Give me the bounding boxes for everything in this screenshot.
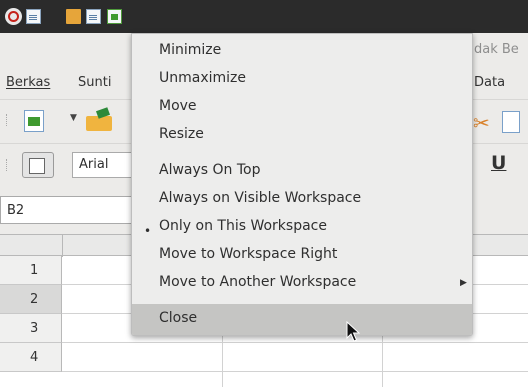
menu-item-always-on-visible-workspace[interactable]: Always on Visible Workspace [159,190,361,206]
mouse-pointer-icon [346,321,360,342]
toolbar-grip[interactable] [6,159,9,171]
menu-item-move-to-another-workspace[interactable]: Move to Another Workspace [159,274,356,290]
menu-item-always-on-top[interactable]: Always On Top [159,162,261,178]
cut-icon[interactable]: ✂ [473,113,490,133]
spreadsheet-icon[interactable] [107,9,122,24]
row-header-2[interactable]: 2 [0,285,62,314]
menu-item-close[interactable]: Close [159,310,197,326]
row-header-4[interactable]: 4 [0,343,62,372]
menu-item-only-on-this-workspace[interactable]: Only on This Workspace [159,218,327,234]
top-taskbar [0,0,528,33]
submenu-arrow-icon: ▶ [460,278,467,288]
menu-item-close-row[interactable]: Close [132,304,472,335]
row-header-1[interactable]: 1 [0,256,62,285]
chevron-down-icon[interactable]: ▼ [70,113,77,123]
new-spreadsheet-icon[interactable] [24,110,44,132]
window-title: dak Be [474,42,519,57]
menu-item-resize[interactable]: Resize [159,126,204,142]
window-menu: Minimize Unmaximize Move Resize Always O… [131,33,473,336]
menu-item-unmaximize[interactable]: Unmaximize [159,70,246,86]
open-folder-icon[interactable] [85,109,113,131]
toolbar-grip[interactable] [6,114,9,126]
menu-item-minimize[interactable]: Minimize [159,42,221,58]
underline-button[interactable]: U [491,152,506,174]
text-document-icon[interactable] [86,9,101,24]
name-box[interactable]: B2 [0,196,140,224]
app-menu-logo-icon[interactable] [5,8,22,25]
font-name-input[interactable]: Arial [72,152,132,178]
menu-item-move-to-workspace-right[interactable]: Move to Workspace Right [159,246,337,262]
radio-bullet-icon: • [144,224,152,238]
copy-icon[interactable] [502,111,520,133]
styles-icon[interactable] [22,152,54,178]
menu-sunting[interactable]: Sunti [78,75,111,90]
menu-berkas[interactable]: Berkas [6,75,50,90]
row-header-3[interactable]: 3 [0,314,62,343]
menu-data[interactable]: Data [474,75,505,90]
menu-item-move[interactable]: Move [159,98,197,114]
text-document-icon[interactable] [26,9,41,24]
folder-icon[interactable] [66,9,81,24]
